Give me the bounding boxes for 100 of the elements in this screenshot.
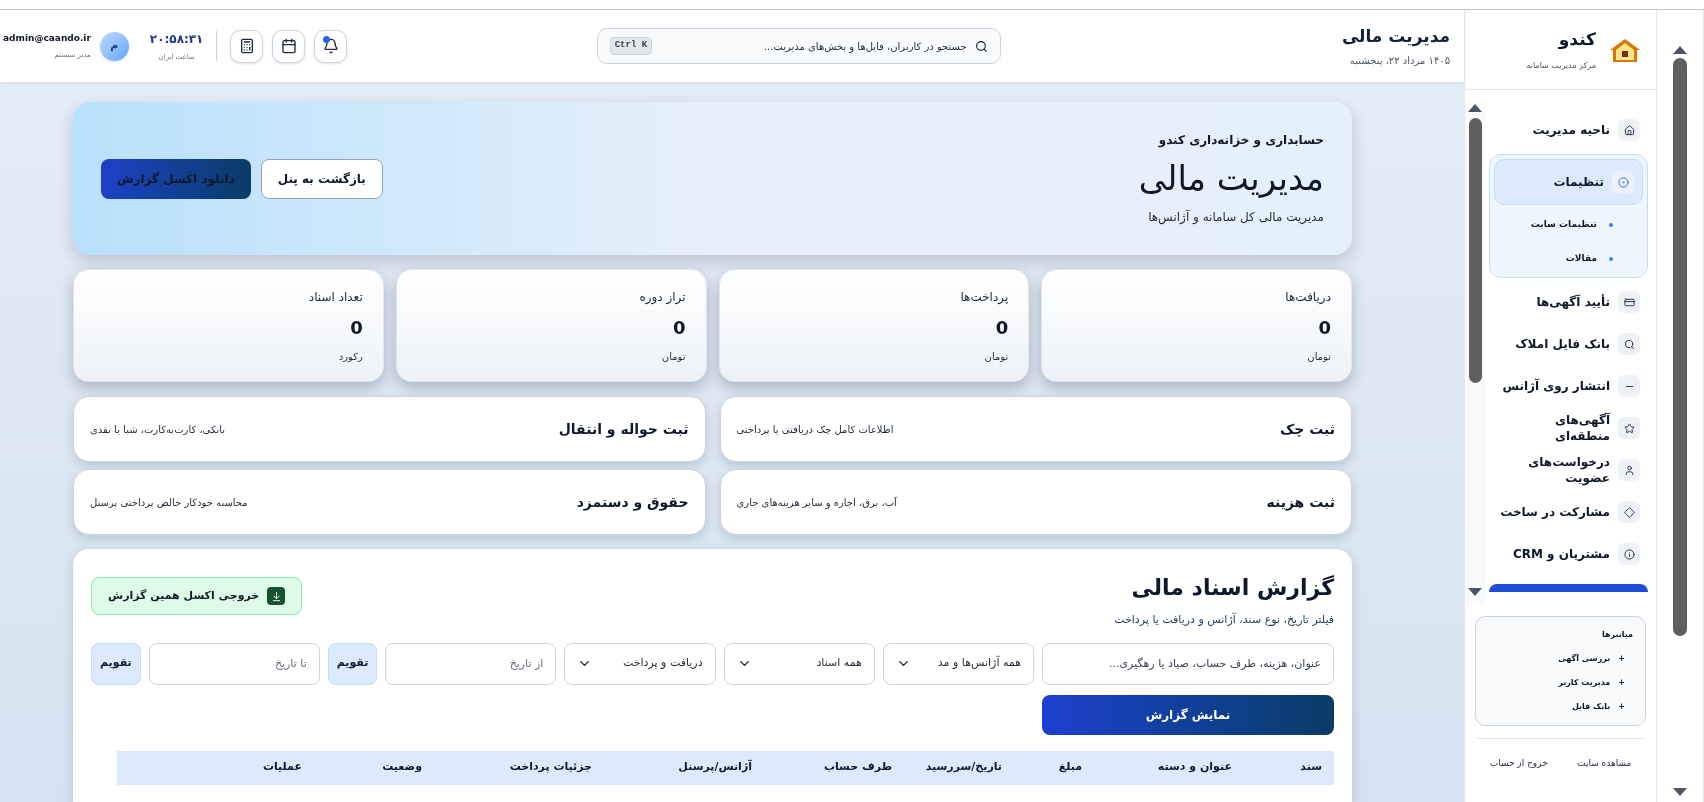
brand-tagline: مرکز مدیریت سامانه <box>1526 60 1596 73</box>
back-button[interactable]: بازگشت به پنل <box>260 158 383 199</box>
footer-link[interactable]: خروج از حساب <box>1489 756 1548 771</box>
shortcut-link[interactable]: + بانک فایل <box>1488 701 1633 713</box>
action-description: آب، برق، اجاره و سایر هزینه‌های جاری <box>736 495 897 510</box>
date-field[interactable]: از تاریخ <box>385 642 557 685</box>
home-icon <box>1618 119 1640 141</box>
search-icon <box>1618 333 1640 355</box>
footer-link[interactable]: مشاهده سایت <box>1577 756 1632 771</box>
action-card[interactable]: حقوق و دستمزد محاسبه خودکار خالص پرداختی پرسنل <box>73 469 706 535</box>
stat-value: 0 <box>350 315 363 340</box>
stat-value: 0 <box>672 315 686 340</box>
column-header: عملیات <box>261 759 302 776</box>
nav-item[interactable]: آگهی‌های منطقه‌ای <box>1489 410 1648 446</box>
search-field[interactable]: عنوان، هزینه، طرف حساب، صیاد یا رهگیری... <box>1042 642 1334 685</box>
calculator-button[interactable] <box>230 29 264 63</box>
action-title: ثبت هزینه <box>1266 492 1335 513</box>
column-header: عنوان و دسته <box>1156 759 1232 776</box>
shortcuts-title: میانبرها <box>1600 629 1633 641</box>
stat-unit: تومان <box>1307 349 1331 364</box>
stat-label: تراز دوره <box>639 288 686 306</box>
stat-label: پرداخت‌ها <box>960 288 1009 306</box>
show-report-button[interactable]: نمایش گزارش <box>1042 694 1334 735</box>
nav-item[interactable]: مشارکت در ساخت <box>1489 494 1648 530</box>
filter-dropdown[interactable]: دریافت و پرداخت <box>564 642 716 685</box>
scroll-down-icon[interactable] <box>1673 788 1687 796</box>
column-header: وضعیت <box>381 759 422 776</box>
stat-label: دریافت‌ها <box>1285 288 1331 306</box>
bullet-icon <box>1609 257 1613 261</box>
column-header: سند <box>1299 759 1322 776</box>
report-subtitle: فیلتر تاریخ، نوع سند، آژانس و دریافت یا پرداخت <box>1114 612 1334 628</box>
filter-dropdown[interactable]: همه آژانس‌ها و مد <box>882 642 1034 685</box>
hero-eyebrow: حسابداری و خزانه‌داری کندو <box>1157 132 1324 150</box>
user-email: admin@caando.ir <box>3 32 91 45</box>
user-avatar[interactable]: م <box>99 31 129 61</box>
shortcut-badge: Ctrl K <box>609 37 653 55</box>
nav-item[interactable]: تأیید آگهی‌ها <box>1489 284 1648 320</box>
scroll-up-icon[interactable] <box>1673 46 1687 54</box>
search-placeholder: جستجو در کاربران، فایل‌ها و بخش‌های مدیریت... <box>762 39 967 54</box>
calendar-button[interactable] <box>272 29 306 63</box>
scroll-thumb[interactable] <box>1673 58 1687 636</box>
calendar-button[interactable]: تقویم <box>91 642 141 685</box>
action-description: محاسبه خودکار خالص پرداختی پرسنل <box>90 495 248 510</box>
date-text: ۱۴۰۵ مرداد ۲۲، پنجشنبه <box>1348 54 1450 69</box>
calculator-icon <box>238 38 255 54</box>
sub-nav-item[interactable]: تنظیمات سایت <box>1494 211 1643 239</box>
download-icon <box>267 587 286 605</box>
star-icon <box>1618 417 1640 439</box>
stat-value: 0 <box>1318 315 1331 340</box>
action-title: ثبت چک <box>1279 419 1335 439</box>
column-header: جزئیات پرداخت <box>508 759 592 776</box>
calendar-icon <box>280 38 297 54</box>
stat-value: 0 <box>995 315 1009 340</box>
search-icon <box>974 39 988 53</box>
notification-icon <box>322 38 339 54</box>
card-icon <box>1618 291 1640 313</box>
nav-item[interactable]: ناحیه مدیریت <box>1489 112 1648 148</box>
clock-time: ۲۰:۵۸:۳۱ <box>149 30 204 48</box>
action-description: بانکی، کارت‌به‌کارت، شبا یا نقدی <box>90 422 226 437</box>
hero-title: مدیریت مالی <box>1138 157 1324 200</box>
export-button[interactable]: خروجی اکسل همین گزارش <box>91 577 303 615</box>
shortcut-link[interactable]: + بررسی آگهی <box>1488 653 1633 665</box>
date-field[interactable]: تا تاریخ <box>148 642 320 685</box>
action-title: ثبت حواله و انتقال <box>558 419 689 440</box>
brand-name: کندو <box>1557 27 1596 51</box>
nav-item[interactable]: بانک فایل املاک <box>1489 326 1648 362</box>
column-header: طرف حساب <box>822 759 892 776</box>
nav-item[interactable]: انتشار روی آژانس <box>1489 368 1648 404</box>
filter-dropdown[interactable]: همه اسناد <box>723 642 875 685</box>
stat-unit: رکورد <box>338 349 363 364</box>
nav-item[interactable]: مشتریان و CRM <box>1489 536 1648 572</box>
hero-subtitle: مدیریت مالی کل سامانه و آژانس‌ها <box>1147 208 1324 226</box>
bullet-icon <box>1609 223 1613 227</box>
diamond-icon <box>1618 501 1640 523</box>
action-card[interactable]: ثبت هزینه آب، برق، اجاره و سایر هزینه‌های جاری <box>719 469 1352 535</box>
minus-icon <box>1618 375 1640 397</box>
action-description: اطلاعات کامل چک دریافتی یا پرداختی <box>736 422 894 437</box>
scroll-thumb[interactable] <box>1468 118 1482 383</box>
scroll-up-icon[interactable] <box>1468 104 1482 112</box>
nav-item[interactable]: درخواست‌های عضویت <box>1489 452 1648 488</box>
sub-nav-item[interactable]: مقالات <box>1494 245 1643 273</box>
stat-unit: تومان <box>984 349 1009 364</box>
column-header: آژانس/پرسنل <box>677 759 752 776</box>
shortcut-link[interactable]: + مدیریت کاربر <box>1488 677 1633 689</box>
page-title: مدیریت مالی <box>1340 24 1450 49</box>
bell-button[interactable] <box>314 29 348 63</box>
column-header: مبلغ <box>1057 759 1082 776</box>
stat-unit: تومان <box>661 349 686 364</box>
nav-item[interactable]: تنظیمات <box>1494 159 1643 205</box>
action-card[interactable]: ثبت حواله و انتقال بانکی، کارت‌به‌کارت، شبا یا نقدی <box>73 396 706 462</box>
stat-label: تعداد اسناد <box>308 288 363 306</box>
info-icon <box>1618 543 1640 565</box>
scroll-down-icon[interactable] <box>1468 588 1482 596</box>
person-icon <box>1618 459 1640 481</box>
report-title: گزارش اسناد مالی <box>1130 574 1334 603</box>
action-title: حقوق و دستمزد <box>576 492 689 513</box>
action-card[interactable]: ثبت چک اطلاعات کامل چک دریافتی یا پرداختی <box>719 396 1352 462</box>
target-icon <box>1612 171 1634 193</box>
calendar-button[interactable]: تقویم <box>327 642 378 685</box>
column-header: تاریخ/سررسید <box>924 759 1002 776</box>
